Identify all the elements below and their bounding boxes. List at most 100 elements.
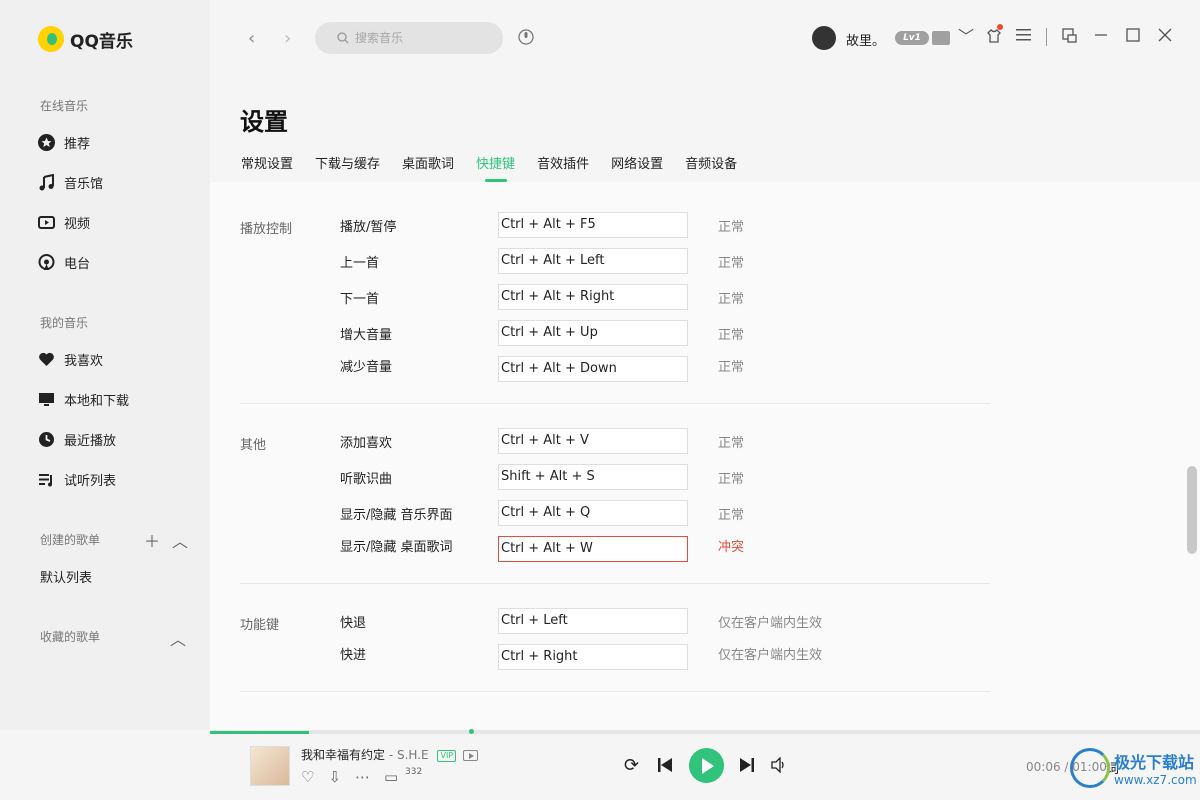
maximize-icon[interactable]: [1126, 28, 1140, 46]
video-icon: [38, 214, 55, 231]
next-icon[interactable]: [739, 757, 755, 777]
forward-arrow-icon[interactable]: ›: [284, 28, 291, 49]
voice-search-icon[interactable]: [517, 27, 535, 47]
section-my-music: 我的音乐: [40, 316, 89, 330]
skin-shirt-icon[interactable]: [986, 28, 1002, 48]
star-icon: [38, 134, 55, 151]
shortcut-input[interactable]: Ctrl + Right: [498, 644, 688, 670]
shortcut-status: 正常: [718, 256, 745, 271]
group-other: 其他 添加喜欢 Ctrl + Alt + V 正常 听歌识曲 Shift + A…: [240, 428, 990, 584]
page-title: 设置: [240, 108, 288, 136]
volume-icon[interactable]: [771, 756, 787, 777]
shortcut-input[interactable]: Ctrl + Alt + Down: [498, 356, 688, 382]
section-collected-playlists: 收藏的歌单: [40, 630, 101, 644]
download-icon[interactable]: ⇩: [328, 768, 341, 786]
search-box[interactable]: [315, 22, 503, 54]
shortcut-label: 显示/隐藏 桌面歌词: [340, 540, 453, 555]
sidebar-item-local-download[interactable]: 本地和下载: [38, 390, 129, 409]
shortcut-status: 正常: [718, 328, 745, 343]
shortcut-label: 快进: [340, 648, 367, 663]
settings-header: 设置 常规设置 下载与缓存 桌面歌词 快捷键 音效插件 网络设置 音频设备: [210, 76, 1200, 182]
watermark-title: 极光下载站: [1114, 753, 1195, 772]
tab-audio-device[interactable]: 音频设备: [685, 153, 737, 182]
sidebar-item-label: 默认列表: [40, 571, 93, 586]
sidebar-item-label: 最近播放: [64, 434, 117, 449]
mini-mode-icon[interactable]: [1062, 28, 1077, 47]
shortcut-input[interactable]: Shift + Alt + S: [498, 464, 688, 490]
shortcut-input[interactable]: Ctrl + Left: [498, 608, 688, 634]
comment-icon[interactable]: ▭: [384, 768, 398, 786]
level-badge[interactable]: Lv1: [895, 31, 929, 45]
scrollbar[interactable]: [1187, 466, 1197, 554]
shortcut-input[interactable]: Ctrl + Alt + Left: [498, 248, 688, 274]
section-online-music: 在线音乐: [40, 99, 89, 113]
shortcut-row: 播放/暂停 Ctrl + Alt + F5 正常: [240, 212, 990, 238]
mv-icon[interactable]: [462, 750, 478, 761]
more-icon[interactable]: ⋯: [355, 768, 370, 786]
shortcut-input[interactable]: Ctrl + Alt + V: [498, 428, 688, 454]
collapse-up-icon[interactable]: ︿: [172, 528, 188, 552]
shortcut-row: 上一首 Ctrl + Alt + Left 正常: [240, 248, 990, 274]
tab-general[interactable]: 常规设置: [241, 153, 293, 182]
shortcut-row: 显示/隐藏 音乐界面 Ctrl + Alt + Q 正常: [240, 500, 990, 526]
chevron-down-icon[interactable]: ﹀: [958, 28, 974, 46]
progress-bar[interactable]: [210, 731, 1200, 734]
shortcut-status: 仅在客户端内生效: [718, 616, 823, 631]
like-icon[interactable]: ♡: [301, 768, 314, 786]
shortcut-input[interactable]: Ctrl + Alt + F5: [498, 212, 688, 238]
sidebar-item-default-list[interactable]: 默认列表: [40, 567, 92, 586]
song-title: 我和幸福有约定: [301, 748, 386, 762]
tab-shortcuts[interactable]: 快捷键: [476, 153, 515, 182]
shortcut-input[interactable]: Ctrl + Alt + Up: [498, 320, 688, 346]
player-bar: 我和幸福有约定 - S.H.E VIP ♡ ⇩ ⋯ ▭ 332 ⟳ 00:06 …: [210, 729, 1200, 800]
notification-dot: [997, 24, 1003, 30]
shortcut-settings-panel: 播放控制 播放/暂停 Ctrl + Alt + F5 正常 上一首 Ctrl +…: [210, 182, 1200, 730]
monitor-icon: [38, 391, 55, 408]
sidebar-item-recommend[interactable]: 推荐: [38, 133, 90, 152]
sidebar-item-recent[interactable]: 最近播放: [38, 430, 116, 449]
shortcut-input-conflict[interactable]: Ctrl + Alt + W: [498, 536, 688, 562]
music-note-icon: [38, 174, 55, 191]
shortcut-input[interactable]: Ctrl + Alt + Right: [498, 284, 688, 310]
tab-sound-plugins[interactable]: 音效插件: [537, 153, 589, 182]
album-cover[interactable]: [250, 746, 290, 786]
close-icon[interactable]: [1158, 28, 1172, 46]
sidebar-item-trial-list[interactable]: 试听列表: [38, 470, 116, 489]
shortcut-label: 显示/隐藏 音乐界面: [340, 508, 453, 523]
back-arrow-icon[interactable]: ‹: [248, 28, 255, 49]
sidebar-item-label: 本地和下载: [64, 394, 130, 409]
shortcut-input[interactable]: Ctrl + Alt + Q: [498, 500, 688, 526]
shortcut-row: 显示/隐藏 桌面歌词 Ctrl + Alt + W 冲突: [240, 532, 990, 562]
sidebar-item-favorites[interactable]: 我喜欢: [38, 350, 103, 369]
radio-icon: [38, 254, 55, 271]
vip-badge-icon[interactable]: [932, 31, 950, 45]
minimize-icon[interactable]: [1094, 28, 1108, 46]
previous-icon[interactable]: [657, 757, 673, 777]
sidebar-item-video[interactable]: 视频: [38, 213, 90, 232]
sidebar-item-label: 试听列表: [64, 474, 117, 489]
shortcut-row: 添加喜欢 Ctrl + Alt + V 正常: [240, 428, 990, 454]
sidebar-item-radio[interactable]: 电台: [38, 253, 90, 272]
loop-icon[interactable]: ⟳: [624, 757, 639, 775]
collapse-up-icon[interactable]: ︿: [170, 626, 186, 650]
sidebar-item-music-hall[interactable]: 音乐馆: [38, 173, 103, 192]
shortcut-label: 播放/暂停: [340, 220, 397, 235]
shortcut-status-conflict: 冲突: [718, 540, 745, 555]
song-info[interactable]: 我和幸福有约定 - S.H.E VIP: [301, 746, 478, 763]
app-logo[interactable]: QQ音乐: [38, 26, 133, 52]
add-playlist-icon[interactable]: ＋: [144, 528, 160, 552]
username[interactable]: 故里。: [846, 30, 885, 49]
watermark: 极光下载站 www.xz7.com: [1070, 748, 1197, 788]
search-icon: [337, 32, 349, 44]
search-input[interactable]: [355, 31, 485, 45]
tab-network[interactable]: 网络设置: [611, 153, 663, 182]
section-created-playlists: 创建的歌单: [40, 533, 101, 547]
play-button[interactable]: [689, 748, 724, 783]
shortcut-label: 下一首: [340, 292, 380, 307]
shortcut-label: 增大音量: [340, 328, 393, 343]
group-function-keys: 功能键 快退 Ctrl + Left 仅在客户端内生效 快进 Ctrl + Ri…: [240, 608, 990, 692]
menu-icon[interactable]: [1016, 28, 1031, 46]
tab-download-cache[interactable]: 下载与缓存: [315, 153, 380, 182]
avatar[interactable]: [812, 26, 836, 50]
tab-desktop-lyrics[interactable]: 桌面歌词: [402, 153, 454, 182]
